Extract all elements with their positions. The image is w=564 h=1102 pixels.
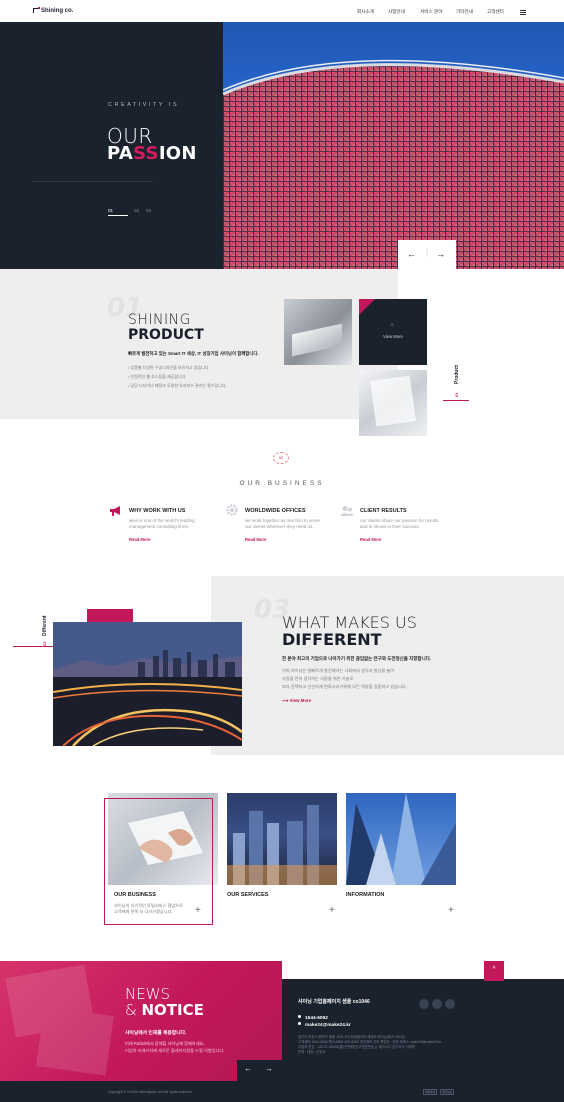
privacy-button[interactable]: 개인정보 bbox=[440, 1089, 454, 1095]
news-nav: ← → bbox=[237, 1060, 282, 1081]
footer-bottom-bar bbox=[0, 1081, 564, 1102]
sns-icon[interactable] bbox=[419, 999, 429, 1009]
arrow-right-icon: ⟶ bbox=[282, 698, 290, 703]
hero-divider bbox=[33, 181, 153, 182]
news-line: 기업의 미래가치에 새로운 플레이지원을 드릴 의향입니다. bbox=[125, 1048, 225, 1053]
plus-icon[interactable]: + bbox=[195, 905, 201, 916]
footer-phone: 1544-6062 bbox=[298, 1015, 328, 1021]
business-heading: OUR BUSINESS bbox=[239, 480, 325, 487]
card-image bbox=[346, 793, 456, 885]
card-image bbox=[227, 793, 337, 885]
business-item-desc: wise is one of the world's leading manag… bbox=[129, 518, 195, 530]
business-item-title: WORLDWIDE OFFICES bbox=[245, 508, 306, 514]
nav-item-company[interactable]: 회사소개 bbox=[357, 9, 374, 15]
product-list-item: • 안정적인 웹 호스팅을 제공합니다. bbox=[128, 374, 187, 379]
read-more-link[interactable]: Read More bbox=[245, 537, 266, 542]
card-our-business[interactable]: OUR BUSINESS 샤이닝의 유기적인 토털서비스 협업으로 고객에게 만족… bbox=[104, 793, 218, 925]
hero-page-indicator bbox=[108, 215, 128, 216]
hamburger-menu-icon[interactable] bbox=[520, 10, 526, 16]
plus-icon: + bbox=[390, 322, 395, 329]
card-our-services[interactable]: OUR SERVICES + bbox=[227, 793, 337, 923]
nav-item-service[interactable]: 서비스 분야 bbox=[420, 9, 442, 15]
business-badge: 02 bbox=[273, 452, 289, 464]
card-title: INFORMATION bbox=[346, 892, 385, 898]
megaphone-icon bbox=[110, 506, 120, 516]
product-side-label: Product bbox=[454, 365, 460, 384]
hero-building-image bbox=[223, 22, 564, 269]
view-more-label: View More bbox=[383, 334, 403, 339]
terms-button[interactable]: 이용약관 bbox=[423, 1089, 437, 1095]
nav-item-etc[interactable]: 기타안내 bbox=[456, 9, 473, 15]
business-item-title: WHY WORK WITH US bbox=[129, 508, 186, 514]
card-information[interactable]: INFORMATION + bbox=[346, 793, 456, 923]
footer bbox=[282, 979, 564, 1081]
sns-icon[interactable] bbox=[445, 999, 455, 1009]
footer-title: 샤이닝 기업홈페이지 샘플 co1046 bbox=[298, 999, 370, 1005]
nav-item-business[interactable]: 사업안내 bbox=[388, 9, 405, 15]
next-arrow-icon[interactable]: → bbox=[265, 1064, 273, 1073]
mail-icon bbox=[298, 1022, 301, 1025]
phone-icon bbox=[298, 1015, 301, 1018]
news-desc: 샤이닝에서 인재를 채용합니다. bbox=[125, 1031, 187, 1036]
hero-arrow-box: ← | → bbox=[398, 240, 456, 270]
plus-icon[interactable]: + bbox=[329, 905, 335, 916]
product-meeting-image[interactable] bbox=[359, 370, 427, 436]
card-title: OUR SERVICES bbox=[227, 892, 269, 898]
read-more-link[interactable]: Read More bbox=[129, 537, 150, 542]
different-line: 사람을 먼저 생각하는 사람을 위한 기술로 bbox=[282, 676, 354, 681]
card-title: OUR BUSINESS bbox=[114, 892, 156, 898]
corner-accent bbox=[359, 299, 375, 315]
read-more-link[interactable]: Read More bbox=[360, 537, 381, 542]
hero-kicker: CREATIVITY IS bbox=[108, 102, 180, 108]
hero-page-02[interactable]: 02 bbox=[134, 208, 139, 213]
site-header bbox=[0, 0, 564, 22]
product-side-number: 01 bbox=[454, 392, 459, 397]
prev-arrow-icon[interactable]: ← bbox=[407, 249, 416, 259]
prev-arrow-icon[interactable]: ← bbox=[244, 1064, 252, 1073]
product-list-item: • 담당 디자이너 배정과 투명한 유지보수 관리는 필수입니다. bbox=[128, 383, 227, 388]
product-title-line2: PRODUCT bbox=[128, 327, 204, 343]
business-item-desc: we work together as one firm to serve ou… bbox=[245, 518, 321, 530]
different-line: 저희 샤이닝은 발빠르게 발전해가는 사회에서 생각과 발상을 늘어 bbox=[282, 668, 395, 673]
city-highway-image bbox=[53, 622, 242, 746]
footer-email: make24@make24.kr bbox=[298, 1022, 351, 1028]
card-desc: 샤이닝의 유기적인 토털서비스 협업으로 고객에게 만족 더 다가가겠습니다. bbox=[114, 903, 183, 914]
different-view-more-link[interactable]: ⟶ View More bbox=[282, 698, 311, 704]
copyright: Copyright © co1046.shiningcorp.com All r… bbox=[108, 1090, 192, 1094]
users-icon bbox=[340, 506, 354, 516]
different-accent-bar bbox=[87, 609, 133, 622]
product-title-line1: SHINING bbox=[128, 312, 191, 328]
plus-icon[interactable]: + bbox=[448, 905, 454, 916]
sns-icon[interactable] bbox=[432, 999, 442, 1009]
different-title-line2: DIFFERENT bbox=[282, 630, 382, 649]
logo-icon bbox=[33, 7, 40, 13]
different-line: 보다 윤택하고 신선하게 변화시키기위해 모든 역량을 집중하고 있습니다. bbox=[282, 684, 407, 689]
product-desc: 빠르게 발전하고 있는 Smart IT 세상, IT 성장기업 샤이닝이 함께… bbox=[128, 351, 259, 356]
product-list-item: • 업종별 다양한 우공디자인을 보유하고 있습니다. bbox=[128, 365, 210, 370]
business-item-desc: our clients share our passion for result… bbox=[360, 518, 439, 530]
product-side-line bbox=[443, 400, 469, 401]
different-desc: 한 분야 최고의 기업으로 나아가기 위한 끊임없는 연구와 도전정신을 지향합… bbox=[282, 656, 432, 661]
gear-icon bbox=[226, 504, 238, 516]
product-view-more-box[interactable]: + View More bbox=[359, 299, 427, 365]
business-item-title: CLIENT RESULTS bbox=[360, 508, 407, 514]
hero-title-line2: PASSION bbox=[107, 143, 197, 164]
hero-page-03[interactable]: 03 bbox=[146, 208, 151, 213]
news-line: 미래 Rabbit에서 함께할 샤이닝께 함께하세요. bbox=[125, 1041, 205, 1046]
scroll-top-button[interactable]: ^ bbox=[484, 961, 504, 981]
nav-item-support[interactable]: 고객센터 bbox=[487, 9, 504, 15]
hero-page-01[interactable]: 01 bbox=[108, 208, 113, 213]
product-laptop-image[interactable] bbox=[284, 299, 352, 365]
news-title-line2: & NOTICE bbox=[125, 1001, 204, 1019]
next-arrow-icon[interactable]: → bbox=[436, 249, 445, 259]
footer-info: 경기도 부천시 원미구 중동 1151 오뚜르센텀이터 제테크 바이닝(테크 4… bbox=[298, 1035, 442, 1054]
logo[interactable]: Shining co. bbox=[33, 7, 73, 14]
different-side-label: Different bbox=[42, 615, 48, 636]
